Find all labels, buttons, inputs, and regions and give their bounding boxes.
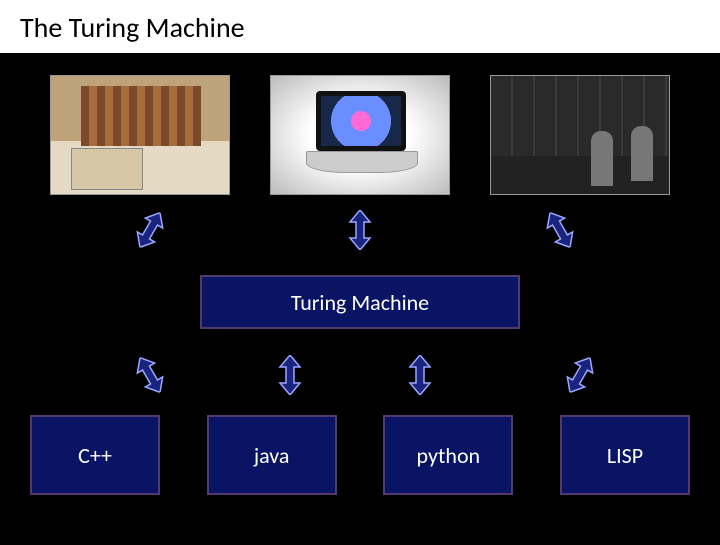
lang-label: LISP — [607, 442, 643, 469]
lang-label: C++ — [78, 442, 112, 469]
lang-box-python: python — [383, 415, 513, 495]
image-row — [0, 75, 720, 195]
arrow-tm-python — [400, 355, 440, 395]
mainframe-image — [50, 75, 230, 195]
lang-box-java: java — [207, 415, 337, 495]
arrow-mainframe-tm — [123, 203, 178, 258]
turing-machine-box: Turing Machine — [200, 275, 520, 329]
arrow-tm-cpp — [123, 348, 178, 403]
eniac-image — [490, 75, 670, 195]
arrow-tm-lisp — [553, 348, 608, 403]
arrow-eniac-tm — [533, 203, 588, 258]
language-row: C++ java python LISP — [0, 415, 720, 495]
title-bar: The Turing Machine — [0, 0, 720, 55]
arrow-tm-java — [270, 355, 310, 395]
laptop-image — [270, 75, 450, 195]
slide-title: The Turing Machine — [20, 10, 700, 45]
diagram-canvas: Turing Machine C++ java python LISP — [0, 55, 720, 545]
lang-label: java — [254, 442, 290, 469]
lang-box-lisp: LISP — [560, 415, 690, 495]
turing-machine-label: Turing Machine — [291, 289, 429, 316]
arrow-laptop-tm — [340, 210, 380, 250]
lang-label: python — [417, 442, 481, 469]
lang-box-cpp: C++ — [30, 415, 160, 495]
